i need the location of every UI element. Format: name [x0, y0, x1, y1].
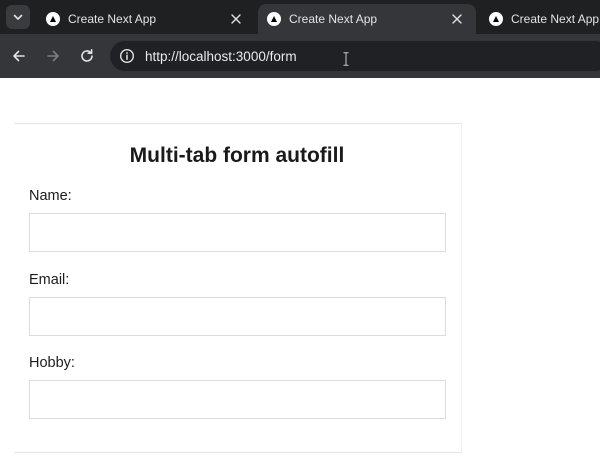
arrow-left-icon	[13, 50, 25, 62]
email-label: Email:	[29, 272, 70, 288]
form-card: Multi-tab form autofill Name: Email: Hob…	[14, 123, 462, 453]
close-icon[interactable]	[227, 10, 245, 28]
reload-button[interactable]	[76, 45, 98, 67]
nextjs-triangle-icon	[489, 12, 503, 26]
text-cursor-icon	[343, 52, 349, 66]
tab-title: Create Next App	[289, 12, 378, 26]
page-title: Multi-tab form autofill	[129, 144, 345, 167]
tab-title: Create Next App	[511, 12, 600, 26]
back-button[interactable]	[8, 45, 30, 67]
tab-search-button[interactable]	[6, 5, 30, 29]
hobby-input[interactable]	[29, 380, 446, 419]
nextjs-triangle-icon	[46, 12, 60, 26]
tab-title: Create Next App	[68, 12, 157, 26]
address-bar[interactable]: http://localhost:3000/form	[110, 41, 600, 71]
arrow-right-icon	[47, 50, 59, 62]
hobby-label: Hobby:	[29, 355, 75, 371]
info-icon[interactable]	[119, 48, 135, 64]
name-input[interactable]	[29, 213, 446, 252]
browser-tab-3[interactable]: Create Next App	[480, 4, 600, 34]
url-text: http://localhost:3000/form	[145, 48, 297, 64]
reload-icon	[81, 49, 93, 62]
nextjs-triangle-icon	[267, 12, 281, 26]
forward-button[interactable]	[42, 45, 64, 67]
browser-tab-2-active[interactable]: Create Next App	[258, 4, 476, 34]
chevron-down-icon	[13, 14, 23, 20]
browser-toolbar: http://localhost:3000/form	[0, 34, 600, 78]
close-icon[interactable]	[448, 10, 466, 28]
browser-tab-1[interactable]: Create Next App	[37, 4, 255, 34]
email-input[interactable]	[29, 297, 446, 336]
tab-strip: Create Next App Create Next App Create N…	[0, 0, 600, 34]
name-label: Name:	[29, 188, 72, 204]
